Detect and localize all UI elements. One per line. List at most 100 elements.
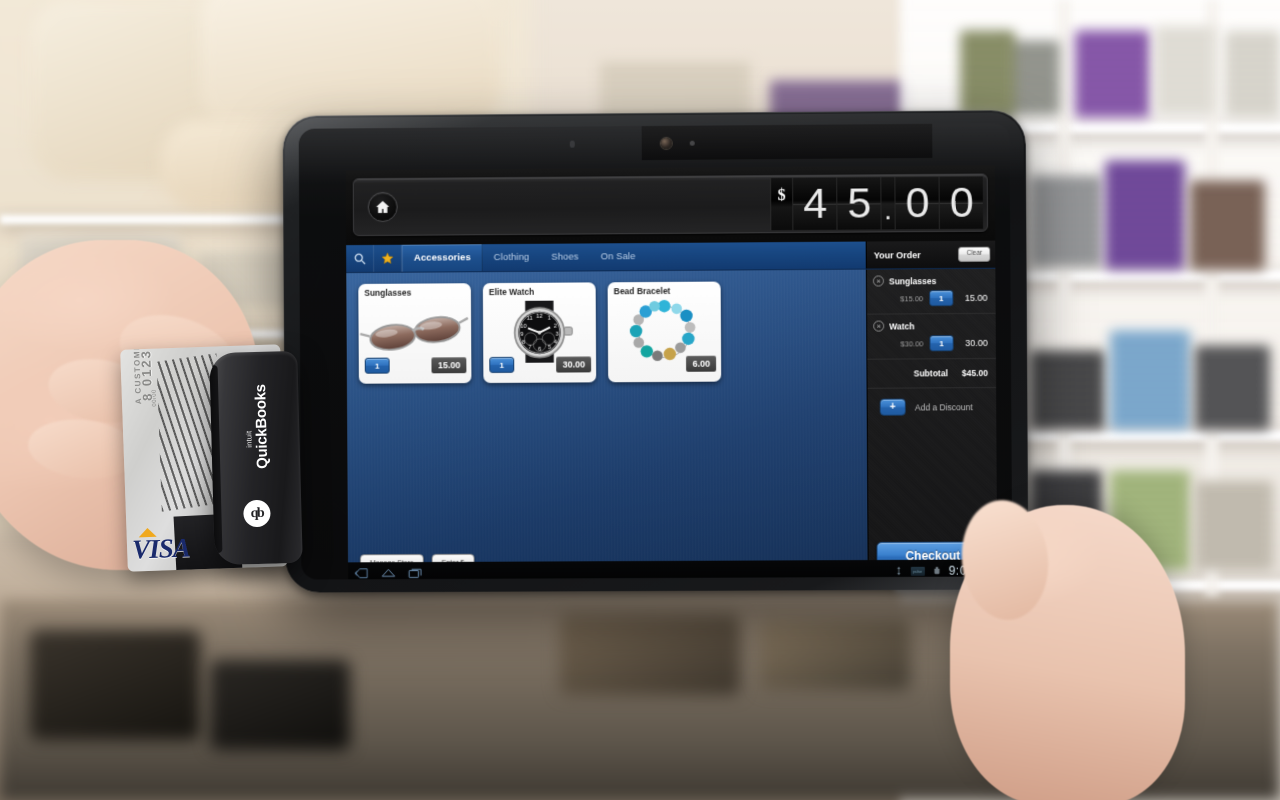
add-discount-label: Add a Discount (914, 401, 973, 413)
price-display: $ 4 5 . 0 0 (770, 176, 984, 231)
tablet-device: $ 4 5 . 0 0 Accessories Clothing Shoes O… (282, 110, 1029, 593)
background-counter-items (30, 630, 200, 740)
order-item-detail: $15.00 1 15.00 (873, 290, 988, 307)
subtotal-label: Subtotal (913, 368, 948, 379)
product-price-tag: 6.00 (686, 355, 717, 372)
tablet-bezel: $ 4 5 . 0 0 Accessories Clothing Shoes O… (298, 123, 1013, 580)
close-circle-icon[interactable]: × (872, 275, 884, 287)
sync-icon (896, 566, 901, 576)
add-discount-row[interactable]: + Add a Discount (868, 388, 997, 416)
svg-text:6: 6 (538, 347, 541, 353)
tab-accessories[interactable]: Accessories (401, 244, 483, 272)
visa-logo: VISA (131, 532, 191, 565)
svg-text:10: 10 (520, 323, 526, 329)
card-reader-branding: intuit QuickBooks (244, 384, 271, 470)
background-folded-stack (1195, 345, 1270, 430)
price-digit: 0 (894, 176, 939, 230)
search-icon (355, 254, 367, 265)
tab-on-sale[interactable]: On Sale (590, 243, 647, 270)
currency-symbol: $ (770, 177, 793, 231)
product-name: Bead Bracelet (613, 285, 671, 297)
camera-strip (641, 123, 933, 161)
price-digit: 5 (836, 177, 881, 230)
navigation-buttons (354, 567, 423, 579)
watch-image: 12 1 2 345 678 9 10 11 (483, 300, 596, 365)
tab-bar-filler (647, 242, 866, 271)
product-name: Elite Watch (488, 286, 535, 298)
android-system-bar: pulse 9:04 (348, 559, 998, 580)
background-counter-items (760, 620, 910, 690)
order-item-unit-price: $15.00 (900, 293, 924, 303)
product-catalog: Sunglasses 1 15.00 Elite Watch 12 1 2 3 … (346, 269, 868, 580)
order-item-detail: $30.00 1 30.00 (873, 335, 988, 352)
subtotal-value: $45.00 (961, 368, 988, 379)
search-button[interactable] (346, 244, 375, 273)
bracelet-image (608, 299, 721, 363)
order-line-item[interactable]: × Sunglasses $15.00 1 15.00 (866, 268, 996, 315)
background-folded-stack (1105, 160, 1185, 270)
background-folded-stack (1225, 30, 1280, 118)
background-folded-stack (960, 30, 1015, 115)
background-folded-stack (1030, 350, 1105, 430)
svg-text:9: 9 (520, 331, 523, 337)
background-folded-stack (1110, 330, 1190, 430)
order-item-total: 15.00 (964, 292, 988, 303)
star-icon (382, 252, 395, 265)
background-folded-stack (1075, 30, 1150, 118)
system-bar-spacer (423, 571, 894, 573)
svg-text:7: 7 (528, 345, 531, 351)
order-panel-header: Your Order Clear (865, 240, 996, 269)
card-expiry: 00/00 (151, 389, 159, 407)
close-circle-icon[interactable]: × (873, 320, 885, 332)
add-discount-button[interactable]: + (879, 398, 906, 416)
proximity-sensor-icon (569, 140, 575, 148)
home-button[interactable] (367, 191, 398, 223)
tab-shoes[interactable]: Shoes (540, 243, 590, 270)
light-sensor-icon (689, 140, 695, 146)
clear-order-button[interactable]: Clear (958, 246, 991, 262)
card-reader: intuit QuickBooks qb (209, 350, 303, 566)
background-counter-items (210, 660, 350, 750)
svg-text:1: 1 (548, 316, 551, 322)
front-camera-icon (660, 137, 672, 149)
background-folded-stack (1195, 480, 1273, 570)
price-digit: 4 (792, 177, 837, 231)
product-price-tag: 15.00 (431, 357, 467, 374)
svg-text:5: 5 (548, 344, 551, 350)
home-icon[interactable] (381, 567, 396, 579)
price-decimal-point: . (880, 177, 895, 230)
pulse-icon: pulse (910, 566, 925, 576)
background-counter-items (560, 615, 740, 695)
order-item-header: × Sunglasses (872, 275, 988, 287)
order-panel-title: Your Order (873, 249, 921, 261)
product-card-bead-bracelet[interactable]: Bead Bracelet 6.00 (607, 281, 722, 383)
price-header-inner: $ 4 5 . 0 0 (352, 173, 989, 237)
order-item-qty[interactable]: 1 (929, 335, 954, 352)
product-card-row: Sunglasses 1 15.00 Elite Watch 12 1 2 3 … (358, 281, 866, 384)
order-item-total: 30.00 (965, 337, 988, 349)
background-folded-stack (1030, 175, 1102, 267)
order-item-name: Watch (889, 320, 915, 332)
order-item-qty[interactable]: 1 (929, 290, 954, 307)
category-tab-bar: Accessories Clothing Shoes On Sale Your … (346, 240, 996, 274)
favorites-button[interactable] (373, 244, 403, 272)
product-card-elite-watch[interactable]: Elite Watch 12 1 2 3 4 5 6 7 8 9 10 11 1… (482, 282, 597, 384)
home-icon (376, 201, 391, 214)
product-price-tag: 30.00 (556, 356, 592, 373)
product-name: Sunglasses (364, 287, 412, 298)
subtotal-row: Subtotal $45.00 (867, 358, 997, 389)
price-digit: 0 (938, 176, 984, 229)
background-sweater (200, 0, 500, 130)
product-card-sunglasses[interactable]: Sunglasses 1 15.00 (358, 283, 472, 384)
svg-text:2: 2 (554, 323, 557, 329)
recent-apps-icon[interactable] (408, 567, 423, 579)
background-folded-stack (1190, 180, 1265, 270)
product-qty-badge[interactable]: 1 (489, 356, 515, 373)
product-qty-badge[interactable]: 1 (364, 357, 390, 374)
back-icon[interactable] (354, 567, 369, 579)
tablet-screen: $ 4 5 . 0 0 Accessories Clothing Shoes O… (345, 165, 998, 580)
intuit-wordmark: intuit (244, 430, 254, 448)
svg-text:3: 3 (556, 331, 559, 337)
tab-clothing[interactable]: Clothing (483, 244, 541, 271)
order-line-item[interactable]: × Watch $30.00 1 30.00 (867, 313, 996, 360)
